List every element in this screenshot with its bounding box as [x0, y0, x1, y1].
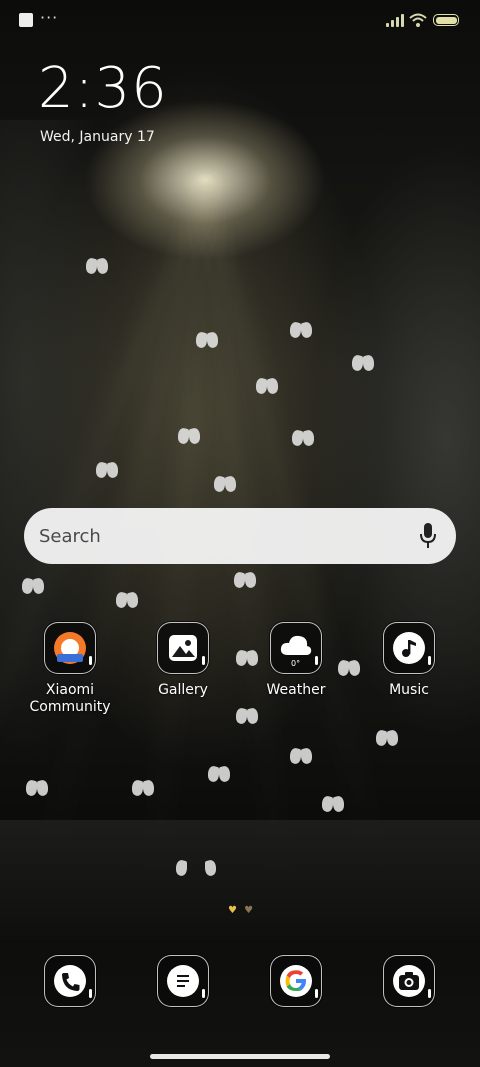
butterfly-icon — [22, 578, 44, 594]
butterfly-icon — [352, 355, 374, 371]
butterfly-icon — [196, 332, 218, 348]
butterfly-icon — [214, 476, 236, 492]
dock-camera[interactable] — [354, 955, 464, 1007]
dock-messages[interactable] — [128, 955, 238, 1007]
home-indicator[interactable] — [150, 1054, 330, 1059]
messages-icon — [157, 955, 209, 1007]
battery-icon — [433, 14, 459, 26]
butterfly-icon — [178, 428, 200, 444]
butterfly-icon — [292, 430, 314, 446]
butterfly-icon — [290, 748, 312, 764]
butterfly-icon — [208, 766, 230, 782]
xiaomi-community-icon — [44, 622, 96, 674]
dock-google[interactable] — [241, 955, 351, 1007]
app-weather[interactable]: 0° Weather — [241, 622, 351, 699]
clock-date[interactable]: Wed, January 17 — [40, 129, 155, 145]
app-label: Weather — [266, 682, 326, 698]
page-dot[interactable]: ♥ — [244, 905, 253, 916]
clock-time[interactable]: 2:36 — [38, 58, 168, 120]
water — [0, 820, 480, 940]
butterfly-icon — [176, 860, 216, 890]
square-notification-icon — [19, 13, 33, 27]
butterfly-icon — [132, 780, 154, 796]
battery-level — [435, 16, 457, 24]
search-bar[interactable]: Search — [24, 508, 456, 564]
app-music[interactable]: Music — [354, 622, 464, 699]
gallery-icon — [157, 622, 209, 674]
page-indicator[interactable]: ♥ ♥ — [228, 905, 253, 916]
page-dot-active[interactable]: ♥ — [228, 905, 237, 916]
butterfly-icon — [26, 780, 48, 796]
butterfly-icon — [376, 730, 398, 746]
app-label: Music — [389, 682, 429, 698]
signal-icon — [386, 13, 404, 27]
app-label: Gallery — [158, 682, 208, 698]
more-notifications-icon: ··· — [40, 8, 59, 27]
status-bar: ··· — [0, 0, 480, 40]
app-gallery[interactable]: Gallery — [128, 622, 238, 699]
microphone-icon[interactable] — [418, 522, 438, 550]
music-icon — [383, 622, 435, 674]
butterfly-icon — [290, 322, 312, 338]
butterfly-icon — [234, 572, 256, 588]
phone-icon — [44, 955, 96, 1007]
app-label: Xiaomi Community — [29, 682, 111, 715]
butterfly-icon — [322, 796, 344, 812]
camera-icon — [383, 955, 435, 1007]
search-placeholder: Search — [39, 526, 101, 547]
weather-temp: 0° — [291, 659, 301, 668]
google-icon — [270, 955, 322, 1007]
butterfly-icon — [116, 592, 138, 608]
butterfly-icon — [96, 462, 118, 478]
dock-phone[interactable] — [15, 955, 125, 1007]
butterfly-icon — [256, 378, 278, 394]
weather-icon: 0° — [270, 622, 322, 674]
butterfly-icon — [236, 708, 258, 724]
app-xiaomi-community[interactable]: Xiaomi Community — [15, 622, 125, 716]
butterfly-icon — [86, 258, 108, 274]
wifi-icon — [409, 12, 427, 27]
